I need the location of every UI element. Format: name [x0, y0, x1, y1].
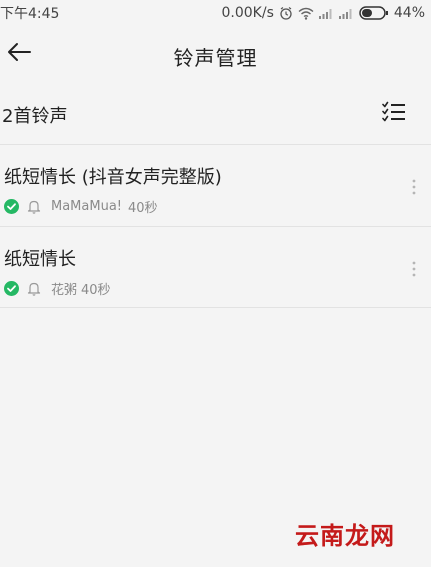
- battery-percent: 44%: [393, 5, 425, 21]
- wifi-icon: [298, 7, 314, 20]
- battery-icon: [359, 6, 389, 20]
- bell-icon: [27, 281, 41, 296]
- status-time: 下午4:45: [0, 6, 60, 22]
- title-bar: 铃声管理: [0, 28, 431, 80]
- more-options-button[interactable]: [407, 261, 421, 281]
- checklist-icon: [382, 101, 406, 127]
- batch-manage-button[interactable]: [381, 101, 407, 127]
- ringtone-count: 2首铃声: [2, 106, 68, 127]
- page-title: 铃声管理: [173, 46, 258, 70]
- alarm-icon: [279, 6, 293, 20]
- screen: 下午4:45 0.00K/s 44% 铃声管理 2首铃声 纸短情长 (抖音女声完…: [0, 0, 431, 567]
- ringtone-artist: 花粥: [51, 283, 78, 298]
- ringtone-title: 纸短情长 (抖音女声完整版): [4, 167, 222, 188]
- ringtone-item[interactable]: 纸短情长 (抖音女声完整版) MaMaMua! 40秒: [0, 145, 431, 225]
- check-circle-icon: [4, 281, 19, 296]
- summary-bar: 2首铃声: [0, 88, 431, 140]
- signal-icon: [338, 7, 354, 19]
- ringtone-artist: MaMaMua!: [51, 199, 122, 214]
- more-vertical-icon: [412, 261, 416, 281]
- status-bar: 下午4:45 0.00K/s 44%: [0, 0, 431, 26]
- ringtone-title: 纸短情长: [4, 249, 76, 270]
- ringtone-meta: MaMaMua! 40秒: [4, 197, 158, 216]
- ringtone-meta: 花粥 40秒: [4, 279, 111, 298]
- watermark: 云南龙网: [295, 521, 395, 550]
- divider: [0, 307, 431, 308]
- ringtone-item[interactable]: 纸短情长 花粥 40秒: [0, 227, 431, 307]
- more-options-button[interactable]: [407, 179, 421, 199]
- ringtone-duration: 40秒: [128, 201, 158, 216]
- check-circle-icon: [4, 199, 19, 214]
- signal-icon: [318, 7, 334, 19]
- ringtone-duration: 40秒: [81, 283, 111, 298]
- network-speed: 0.00K/s: [221, 5, 274, 21]
- bell-icon: [27, 199, 41, 214]
- more-vertical-icon: [412, 179, 416, 199]
- status-icons: 0.00K/s 44%: [222, 5, 426, 21]
